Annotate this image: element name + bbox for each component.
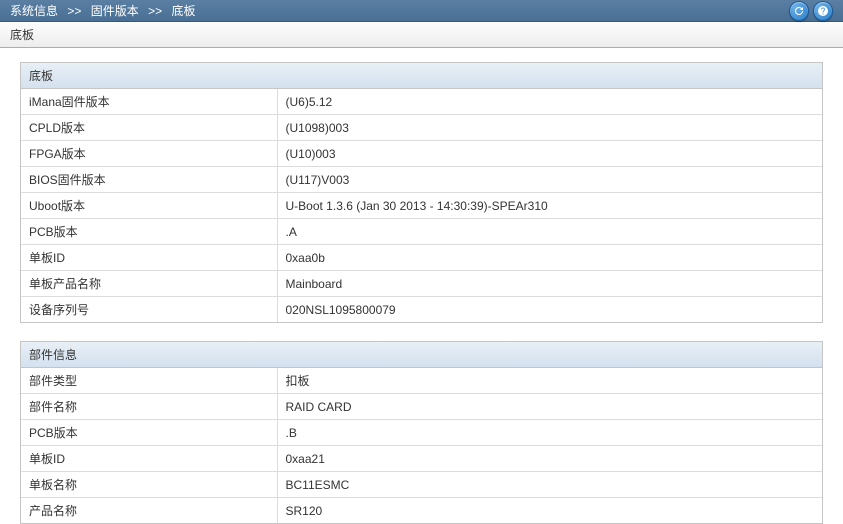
table-row: 单板ID0xaa21 bbox=[21, 446, 822, 472]
row-value: BC11ESMC bbox=[277, 472, 822, 498]
row-value: 扣板 bbox=[277, 368, 822, 394]
panel-baseboard: 底板 iMana固件版本(U6)5.12 CPLD版本(U1098)003 FP… bbox=[20, 62, 823, 323]
row-label: 单板名称 bbox=[21, 472, 277, 498]
baseboard-table: iMana固件版本(U6)5.12 CPLD版本(U1098)003 FPGA版… bbox=[21, 89, 822, 322]
help-button[interactable] bbox=[813, 1, 833, 21]
content-area: 底板 iMana固件版本(U6)5.12 CPLD版本(U1098)003 FP… bbox=[0, 48, 843, 524]
table-row: PCB版本.B bbox=[21, 420, 822, 446]
table-row: CPLD版本(U1098)003 bbox=[21, 115, 822, 141]
row-value: (U10)003 bbox=[277, 141, 822, 167]
row-value: .B bbox=[277, 420, 822, 446]
row-value: U-Boot 1.3.6 (Jan 30 2013 - 14:30:39)-SP… bbox=[277, 193, 822, 219]
row-value: SR120 bbox=[277, 498, 822, 524]
subheader-title: 底板 bbox=[10, 28, 34, 42]
header-actions bbox=[789, 1, 833, 21]
row-value: .A bbox=[277, 219, 822, 245]
row-label: 部件名称 bbox=[21, 394, 277, 420]
panel-title: 底板 bbox=[29, 69, 53, 83]
row-value: 0xaa21 bbox=[277, 446, 822, 472]
row-value: 020NSL1095800079 bbox=[277, 297, 822, 323]
breadcrumb-item-2[interactable]: 固件版本 bbox=[91, 4, 139, 18]
panel-header: 部件信息 bbox=[21, 342, 822, 368]
row-label: 部件类型 bbox=[21, 368, 277, 394]
row-label: 单板ID bbox=[21, 245, 277, 271]
table-row: 设备序列号020NSL1095800079 bbox=[21, 297, 822, 323]
row-label: FPGA版本 bbox=[21, 141, 277, 167]
row-label: 单板ID bbox=[21, 446, 277, 472]
refresh-icon bbox=[793, 5, 805, 17]
table-row: PCB版本.A bbox=[21, 219, 822, 245]
table-row: FPGA版本(U10)003 bbox=[21, 141, 822, 167]
table-row: 单板名称BC11ESMC bbox=[21, 472, 822, 498]
refresh-button[interactable] bbox=[789, 1, 809, 21]
row-label: Uboot版本 bbox=[21, 193, 277, 219]
table-row: 部件类型扣板 bbox=[21, 368, 822, 394]
table-row: iMana固件版本(U6)5.12 bbox=[21, 89, 822, 115]
breadcrumb-sep: >> bbox=[148, 4, 162, 18]
row-label: PCB版本 bbox=[21, 420, 277, 446]
table-row: Uboot版本U-Boot 1.3.6 (Jan 30 2013 - 14:30… bbox=[21, 193, 822, 219]
table-row: BIOS固件版本(U117)V003 bbox=[21, 167, 822, 193]
row-value: 0xaa0b bbox=[277, 245, 822, 271]
row-value: (U117)V003 bbox=[277, 167, 822, 193]
panel-header: 底板 bbox=[21, 63, 822, 89]
row-value: RAID CARD bbox=[277, 394, 822, 420]
table-row: 单板产品名称Mainboard bbox=[21, 271, 822, 297]
row-label: PCB版本 bbox=[21, 219, 277, 245]
table-row: 部件名称RAID CARD bbox=[21, 394, 822, 420]
page-header: 系统信息 >> 固件版本 >> 底板 bbox=[0, 0, 843, 22]
panel-title: 部件信息 bbox=[29, 348, 77, 362]
row-label: iMana固件版本 bbox=[21, 89, 277, 115]
row-value: (U6)5.12 bbox=[277, 89, 822, 115]
row-label: 产品名称 bbox=[21, 498, 277, 524]
breadcrumb-item-1[interactable]: 系统信息 bbox=[10, 4, 58, 18]
help-icon bbox=[817, 5, 829, 17]
row-label: 设备序列号 bbox=[21, 297, 277, 323]
breadcrumb: 系统信息 >> 固件版本 >> 底板 bbox=[10, 0, 195, 22]
breadcrumb-item-3: 底板 bbox=[171, 4, 195, 18]
row-label: CPLD版本 bbox=[21, 115, 277, 141]
row-label: 单板产品名称 bbox=[21, 271, 277, 297]
panel-component: 部件信息 部件类型扣板 部件名称RAID CARD PCB版本.B 单板ID0x… bbox=[20, 341, 823, 524]
row-label: BIOS固件版本 bbox=[21, 167, 277, 193]
subheader: 底板 bbox=[0, 22, 843, 48]
row-value: Mainboard bbox=[277, 271, 822, 297]
row-value: (U1098)003 bbox=[277, 115, 822, 141]
table-row: 单板ID0xaa0b bbox=[21, 245, 822, 271]
table-row: 产品名称SR120 bbox=[21, 498, 822, 524]
breadcrumb-sep: >> bbox=[67, 4, 81, 18]
